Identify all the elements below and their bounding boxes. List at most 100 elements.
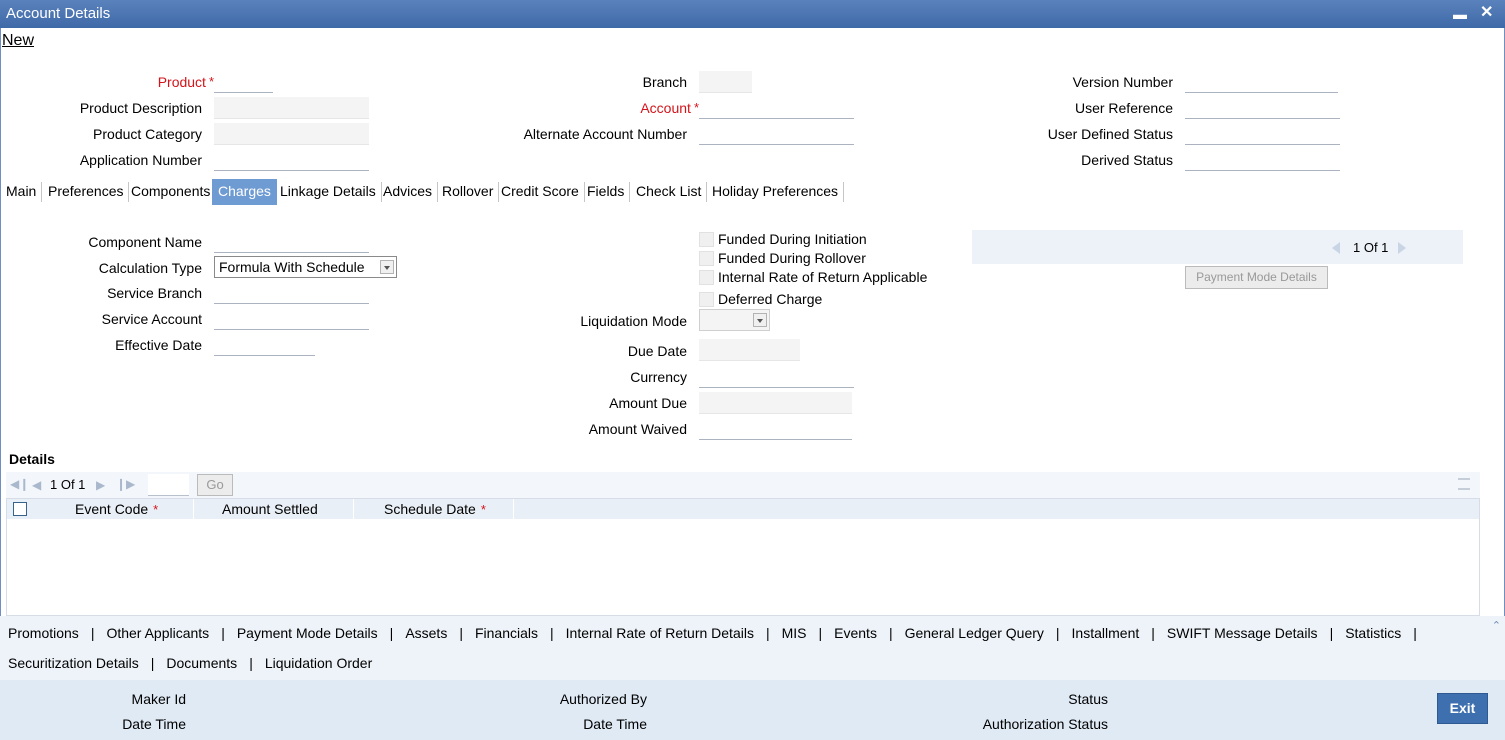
calculation-type-label: Calculation Type [98,260,202,276]
link-swift-message-details[interactable]: SWIFT Message Details [1167,624,1318,642]
link-separator: | [459,625,463,641]
last-page-icon[interactable]: ❙▶ [116,477,135,491]
link-other-applicants[interactable]: Other Applicants [106,624,209,642]
account-label-text: Account [640,100,691,116]
select-all-checkbox[interactable] [13,502,27,516]
irr-applicable-checkbox[interactable] [699,270,714,285]
go-button[interactable]: Go [197,474,233,496]
exit-button[interactable]: Exit [1437,693,1488,724]
tab-check-list[interactable]: Check List [630,179,708,205]
product-category-label: Product Category [93,126,202,142]
component-name-input[interactable] [214,231,369,253]
calculation-type-select[interactable]: Formula With Schedule [214,256,397,278]
grid-options-icon[interactable] [1458,478,1470,490]
deferred-charge-checkbox[interactable] [699,292,714,307]
next-icon[interactable] [1398,242,1406,254]
tab-credit-score[interactable]: Credit Score [495,179,585,205]
amount-waived-input[interactable] [699,418,852,440]
tab-fields[interactable]: Fields [581,179,631,205]
link-documents[interactable]: Documents [166,654,237,672]
close-icon[interactable]: ✕ [1480,4,1493,22]
funded-during-initiation-checkbox[interactable] [699,232,714,247]
window-titlebar: Account Details ▬ ✕ [0,0,1505,28]
application-number-label: Application Number [79,152,202,168]
tab-preferences[interactable]: Preferences [42,179,130,205]
link-statistics[interactable]: Statistics [1345,624,1401,642]
column-schedule-date-label: Schedule Date [384,501,476,517]
first-page-icon[interactable]: ◀❙ [10,477,29,491]
link-promotions[interactable]: Promotions [8,624,79,642]
branch-label: Branch [642,74,687,90]
details-toolbar: ◀❙ ◀ 1 Of 1 ▶ ❙▶ Go [6,472,1480,498]
column-schedule-date: Schedule Date * [384,499,486,520]
page-number-input[interactable] [148,474,189,496]
irr-applicable-label: Internal Rate of Return Applicable [718,269,928,285]
charges-pager-panel: 1 Of 1 [972,230,1463,264]
calculation-type-value: Formula With Schedule [219,259,365,275]
link-financials[interactable]: Financials [475,624,538,642]
link-installment[interactable]: Installment [1072,624,1140,642]
link-separator: | [1055,625,1060,641]
tab-components[interactable]: Components [125,179,217,205]
tab-main[interactable]: Main [0,179,43,205]
collapse-icon[interactable]: ⌃ [1492,619,1501,632]
product-category-field [214,123,369,145]
alternate-account-number-input[interactable] [699,123,854,145]
link-mis[interactable]: MIS [782,624,807,642]
link-separator: | [818,625,823,641]
tab-linkage-details[interactable]: Linkage Details [274,179,382,205]
link-irr-details[interactable]: Internal Rate of Return Details [566,624,754,642]
link-liquidation-order[interactable]: Liquidation Order [265,654,372,672]
link-securitization-details[interactable]: Securitization Details [8,654,139,672]
link-general-ledger-query[interactable]: General Ledger Query [905,624,1044,642]
subsystem-links-row2: Securitization Details | Documents | Liqui… [8,654,372,672]
details-pager-text: 1 Of 1 [50,477,86,492]
funded-during-rollover-checkbox[interactable] [699,251,714,266]
user-reference-input[interactable] [1185,97,1340,119]
currency-input[interactable] [699,366,854,388]
link-separator: | [765,625,770,641]
link-separator: | [1413,625,1417,641]
previous-page-icon[interactable]: ◀ [32,478,41,492]
user-reference-label: User Reference [1074,100,1173,116]
product-label-text: Product [157,74,206,90]
chevron-down-icon[interactable] [753,313,767,327]
details-table: Event Code * Amount Settled Schedule Date… [6,498,1480,616]
next-page-icon[interactable]: ▶ [96,478,105,492]
authorized-by-label: Authorized By [559,691,647,707]
tab-charges[interactable]: Charges [212,179,277,205]
due-date-label: Due Date [627,343,687,359]
chevron-down-icon[interactable] [380,260,394,274]
amount-waived-label: Amount Waived [588,421,687,437]
subsystem-links-row1: Promotions | Other Applicants | Payment Mo… [8,624,1417,642]
liquidation-mode-label: Liquidation Mode [580,313,687,329]
funded-during-rollover-label: Funded During Rollover [718,250,866,266]
liquidation-mode-select[interactable] [699,309,770,331]
derived-status-input[interactable] [1185,149,1340,171]
link-separator: | [550,625,554,641]
link-events[interactable]: Events [834,624,877,642]
new-button[interactable]: New [2,32,34,50]
user-defined-status-input[interactable] [1185,123,1340,145]
service-account-input[interactable] [214,308,369,330]
link-separator: | [221,625,225,641]
service-branch-input[interactable] [214,282,369,304]
effective-date-input[interactable] [214,334,315,356]
tab-rollover[interactable]: Rollover [436,179,500,205]
link-separator: | [1151,625,1155,641]
link-payment-mode-details[interactable]: Payment Mode Details [237,624,378,642]
previous-icon[interactable] [1332,242,1340,254]
link-assets[interactable]: Assets [405,624,447,642]
minimize-icon[interactable]: ▬ [1453,5,1467,23]
alternate-account-number-label: Alternate Account Number [523,126,687,142]
amount-due-label: Amount Due [609,395,687,411]
tab-advices[interactable]: Advices [377,179,439,205]
payment-mode-details-button[interactable]: Payment Mode Details [1185,266,1328,289]
version-number-input[interactable] [1185,71,1338,93]
link-separator: | [1329,625,1334,641]
product-input[interactable] [214,71,273,93]
tab-holiday-preferences[interactable]: Holiday Preferences [706,179,845,205]
account-input[interactable] [699,97,854,119]
application-number-input[interactable] [214,149,369,171]
service-account-label: Service Account [101,311,202,327]
